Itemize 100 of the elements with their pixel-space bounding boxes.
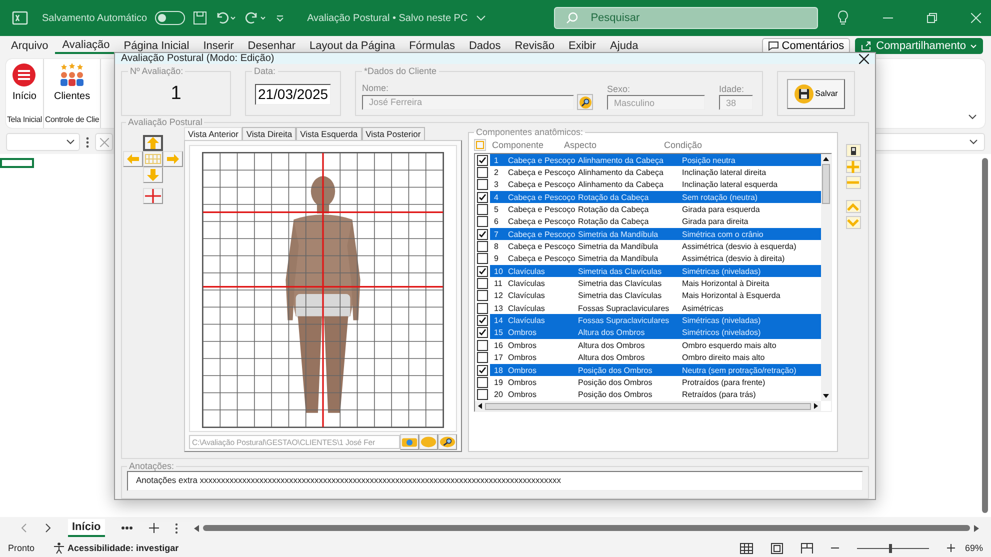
more-options-icon[interactable]: [86, 136, 89, 148]
checkbox[interactable]: [477, 167, 488, 178]
view-tab[interactable]: Vista Direita: [242, 127, 296, 140]
scroll-right-icon[interactable]: [814, 403, 818, 409]
chevron-down-icon[interactable]: [476, 14, 486, 22]
scroll-left-icon[interactable]: [194, 524, 199, 532]
lightbulb-icon[interactable]: [837, 10, 849, 26]
ribbon-tab[interactable]: Revisão: [508, 40, 562, 52]
scrollbar-thumb[interactable]: [822, 164, 830, 204]
checkbox[interactable]: [477, 179, 488, 190]
checkbox[interactable]: [477, 352, 488, 364]
list-row[interactable]: 20 Ombros Posição dos Ombros Retraídos (para trás): [490, 388, 821, 401]
sheet-tab[interactable]: Início: [68, 519, 105, 537]
checkbox[interactable]: [477, 241, 488, 252]
list-row[interactable]: 16 Ombros Altura dos Ombros Ombro esquerdo mais alto: [490, 339, 821, 352]
redo-icon[interactable]: [245, 11, 268, 25]
ribbon-tab[interactable]: Arquivo: [4, 40, 56, 52]
list-row[interactable]: 19 Ombros Posição dos Ombros Protraídos (para frente): [490, 376, 821, 389]
ribbon-tab[interactable]: Desenhar: [240, 40, 302, 52]
list-row[interactable]: 6 Cabeça e Pescoço Rotação da Cabeça Girada para direita: [490, 216, 821, 228]
list-row[interactable]: 11 Clavículas Simetria das Clavículas Mais Horizontal à Direita: [490, 277, 821, 290]
checkbox[interactable]: [477, 192, 488, 203]
grid-toggle-button[interactable]: [143, 151, 163, 167]
list-row[interactable]: 2 Cabeça e Pescoço Alinhamento da Cabeça Inclinação lateral direita: [490, 166, 821, 179]
view-tab[interactable]: Vista Anterior: [184, 127, 242, 140]
search-box[interactable]: Pesquisar: [554, 7, 818, 29]
checkbox[interactable]: [477, 216, 488, 228]
zoom-level[interactable]: 69%: [964, 543, 983, 553]
list-row[interactable]: 13 Clavículas Fossas Supraclaviculares Asimétricas: [490, 302, 821, 314]
zoom-photo-button[interactable]: [438, 434, 457, 450]
more-options-icon[interactable]: [174, 522, 178, 534]
list-row[interactable]: 18 Ombros Posição dos Ombros Neutra (sem protração/retração): [490, 364, 821, 376]
checkbox[interactable]: [477, 228, 488, 240]
ribbon-tab[interactable]: Inserir: [196, 40, 241, 52]
list-row[interactable]: 8 Cabeça e Pescoço Simetria da Mandíbula Assimétrica (desvio à esquerda): [490, 240, 821, 253]
guide-line[interactable]: [203, 286, 443, 288]
list-row[interactable]: 4 Cabeça e Pescoço Rotação da Cabeça Sem rotação (neutra): [490, 191, 821, 204]
list-row[interactable]: 3 Cabeça e Pescoço Alinhamento da Cabeça Inclinação lateral esquerda: [490, 178, 821, 192]
checkbox[interactable]: [477, 376, 488, 388]
more-sheets-icon[interactable]: [120, 526, 133, 530]
ribbon-tab[interactable]: Dados: [462, 40, 508, 52]
zoom-in-icon[interactable]: [946, 544, 955, 552]
restore-icon[interactable]: [927, 13, 937, 23]
view-tab[interactable]: Vista Posterior: [362, 127, 425, 140]
list-row[interactable]: 12 Clavículas Simetria das Clavículas Mais Horizontal à Esquerda: [490, 290, 821, 302]
scroll-left-icon[interactable]: [478, 403, 482, 409]
ribbon-tab[interactable]: Exibir: [562, 40, 604, 52]
move-up-button[interactable]: [143, 135, 163, 151]
selected-cell[interactable]: [0, 158, 34, 168]
ribbon-tab[interactable]: Fórmulas: [402, 40, 462, 52]
list-vertical-scrollbar[interactable]: [821, 154, 831, 401]
previous-sheet-icon[interactable]: [20, 523, 28, 533]
scrollbar-thumb[interactable]: [202, 525, 970, 531]
ribbon-tab[interactable]: Layout da Página: [302, 40, 402, 52]
checkbox[interactable]: [477, 389, 488, 400]
view-tab[interactable]: Vista Esquerda: [296, 127, 362, 140]
scroll-right-icon[interactable]: [974, 524, 979, 532]
horizontal-scrollbar[interactable]: [194, 523, 979, 533]
vertical-scrollbar[interactable]: [982, 158, 988, 513]
ribbon-button[interactable]: Início: [8, 63, 40, 115]
list-horizontal-scrollbar[interactable]: [475, 401, 821, 411]
checkbox[interactable]: [477, 340, 488, 351]
list-row[interactable]: 7 Cabeça e Pescoço Simetria da Mandíbula Simétrica com o crânio: [490, 228, 821, 240]
save-icon[interactable]: [193, 11, 208, 25]
customize-icon[interactable]: [275, 13, 286, 23]
add-sheet-icon[interactable]: [148, 523, 159, 533]
list-row[interactable]: 17 Ombros Altura dos Ombros Ombro direito mais alto: [490, 352, 821, 364]
ribbon-button[interactable]: Clientes: [50, 63, 94, 115]
camera-button[interactable]: [400, 434, 419, 450]
checkbox[interactable]: [477, 290, 488, 302]
checkbox[interactable]: [477, 278, 488, 290]
checkbox[interactable]: [477, 266, 488, 277]
date-field[interactable]: 21/03/2025: [255, 84, 331, 104]
move-down-button[interactable]: [143, 167, 163, 183]
list-row[interactable]: 10 Clavículas Simetria das Clavículas Simétricas (niveladas): [490, 265, 821, 278]
search-client-button[interactable]: [577, 94, 593, 110]
minimize-icon[interactable]: [883, 17, 893, 19]
scroll-up-icon[interactable]: [823, 157, 829, 161]
search-field[interactable]: Pesquisar: [588, 11, 807, 25]
save-button[interactable]: Salvar: [787, 78, 845, 108]
zoom-slider-thumb[interactable]: [889, 544, 892, 552]
checkbox[interactable]: [477, 204, 488, 216]
ribbon-tab[interactable]: Ajuda: [603, 40, 646, 52]
checkbox[interactable]: [477, 253, 488, 264]
crosshair-button[interactable]: [143, 188, 163, 204]
scroll-down-icon[interactable]: [823, 394, 829, 398]
checkbox[interactable]: [477, 364, 488, 376]
close-icon[interactable]: [859, 54, 869, 64]
page-break-icon[interactable]: [800, 542, 813, 554]
collapse-ribbon-icon[interactable]: [968, 114, 977, 120]
share-button[interactable]: Compartilhamento: [855, 38, 983, 54]
document-title[interactable]: Avaliação Postural • Salvo neste PC: [307, 12, 468, 24]
checkbox[interactable]: [477, 315, 488, 326]
autosave-toggle[interactable]: [155, 11, 186, 25]
list-row[interactable]: 15 Ombros Altura dos Ombros Simétricos (nivelados): [490, 326, 821, 340]
checkbox[interactable]: [477, 302, 488, 314]
accessibility-status[interactable]: Acessibilidade: investigar: [52, 542, 179, 554]
checkbox[interactable]: [477, 154, 488, 166]
page-layout-icon[interactable]: [770, 542, 783, 554]
checkbox[interactable]: [477, 327, 488, 338]
